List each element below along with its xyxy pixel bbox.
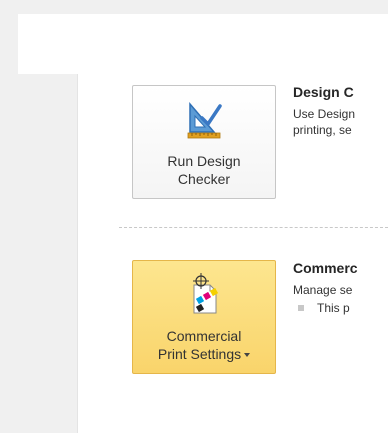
top-strip — [0, 0, 388, 14]
commercial-print-settings-button[interactable]: Commercial Print Settings — [132, 260, 276, 374]
label-line-2: Print Settings — [133, 345, 275, 363]
section-divider — [119, 227, 388, 228]
label-line-2-text: Print Settings — [157, 346, 242, 362]
design-checker-title: Design C — [293, 84, 354, 100]
dropdown-caret-icon — [244, 353, 251, 358]
design-checker-icon — [187, 101, 222, 139]
run-design-checker-button[interactable]: Run Design Checker — [132, 85, 276, 199]
backstage-nav — [18, 74, 78, 433]
design-checker-description-line1: Use Design — [293, 107, 356, 121]
label-line-1: Commercial — [166, 328, 242, 344]
info-content: Run Design Checker Design C Use Design p… — [79, 74, 388, 433]
design-checker-description-line2: printing, se — [293, 123, 352, 137]
commercial-print-title: Commerc — [293, 260, 358, 276]
run-design-checker-label: Run Design Checker — [133, 152, 275, 188]
print-settings-icon — [193, 273, 219, 314]
left-frame — [0, 0, 18, 433]
label-line-2: Checker — [177, 171, 231, 187]
commercial-print-description-line1: Manage se — [293, 283, 353, 297]
label-line-1: Run Design — [167, 153, 241, 169]
commercial-print-bullet-text: This p — [317, 301, 350, 315]
header-panel — [18, 14, 388, 74]
bullet-icon — [298, 305, 304, 311]
commercial-print-settings-label: Commercial Print Settings — [133, 327, 275, 363]
